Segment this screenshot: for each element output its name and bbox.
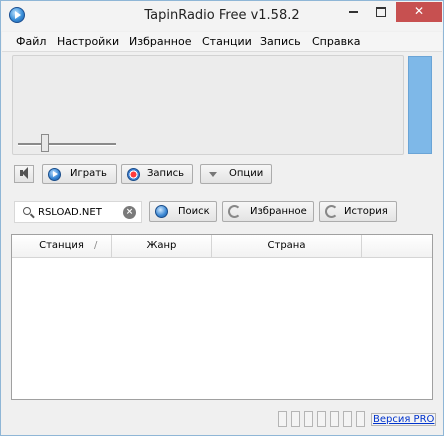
- sort-icon: /: [94, 240, 98, 251]
- status-cell: [278, 411, 287, 427]
- close-button[interactable]: ✕: [396, 2, 442, 22]
- app-window: TapinRadio Free v1.58.2 ✕ Файл Настройки…: [0, 0, 444, 436]
- column-genre-label: Жанр: [146, 240, 177, 251]
- mute-button[interactable]: [14, 165, 34, 183]
- maximize-icon: [376, 6, 386, 17]
- history-button-label: История: [344, 206, 388, 217]
- status-cell: [291, 411, 300, 427]
- menu-file[interactable]: Файл: [16, 35, 46, 48]
- favorites-swirl-icon: [228, 205, 241, 218]
- menu-bar: Файл Настройки Избранное Станции Запись …: [2, 32, 442, 52]
- search-box[interactable]: ×: [14, 201, 142, 223]
- column-station-label: Станция: [39, 240, 84, 251]
- pro-version-link[interactable]: Версия PRO: [371, 413, 437, 426]
- search-button[interactable]: Поиск: [149, 201, 217, 222]
- search-icon: [23, 207, 31, 215]
- search-button-label: Поиск: [178, 206, 210, 217]
- column-station[interactable]: Станция /: [12, 235, 112, 257]
- now-playing-display: [12, 55, 404, 155]
- speaker-icon: [20, 167, 28, 179]
- table-header: Станция / Жанр Страна: [12, 235, 432, 258]
- history-button[interactable]: История: [319, 201, 397, 222]
- column-country-label: Страна: [267, 240, 306, 251]
- favorites-button[interactable]: Избранное: [222, 201, 314, 222]
- clear-search-icon[interactable]: ×: [123, 206, 136, 219]
- favorites-button-label: Избранное: [250, 206, 307, 217]
- station-table[interactable]: Станция / Жанр Страна: [11, 234, 433, 400]
- status-bar: Версия PRO: [2, 407, 442, 435]
- close-icon: ✕: [413, 4, 425, 18]
- signal-level-bar: [408, 56, 432, 154]
- options-button[interactable]: Опции: [200, 164, 272, 184]
- play-button[interactable]: Играть: [42, 164, 117, 184]
- status-cell: [356, 411, 365, 427]
- record-button[interactable]: Запись: [121, 164, 193, 184]
- status-cell: [317, 411, 326, 427]
- title-bar[interactable]: TapinRadio Free v1.58.2 ✕: [1, 1, 443, 31]
- options-button-label: Опции: [229, 168, 264, 179]
- menu-record[interactable]: Запись: [260, 35, 301, 48]
- menu-settings[interactable]: Настройки: [57, 35, 119, 48]
- status-cell: [304, 411, 313, 427]
- history-swirl-icon: [325, 205, 338, 218]
- play-icon: [48, 168, 61, 181]
- search-input[interactable]: [38, 205, 110, 220]
- minimize-button[interactable]: [339, 2, 367, 22]
- record-button-label: Запись: [147, 168, 184, 179]
- column-country[interactable]: Страна: [212, 235, 362, 257]
- volume-slider-thumb[interactable]: [41, 134, 49, 152]
- menu-favorites[interactable]: Избранное: [129, 35, 191, 48]
- minimize-icon: [348, 10, 358, 13]
- volume-slider-track[interactable]: [18, 143, 116, 146]
- column-genre[interactable]: Жанр: [112, 235, 212, 257]
- play-button-label: Играть: [70, 168, 107, 179]
- status-cell: [330, 411, 339, 427]
- search-globe-icon: [155, 205, 168, 218]
- menu-help[interactable]: Справка: [312, 35, 360, 48]
- menu-stations[interactable]: Станции: [202, 35, 252, 48]
- maximize-button[interactable]: [367, 2, 395, 22]
- status-cell: [343, 411, 352, 427]
- record-icon: [127, 168, 140, 181]
- chevron-down-icon: [206, 168, 219, 181]
